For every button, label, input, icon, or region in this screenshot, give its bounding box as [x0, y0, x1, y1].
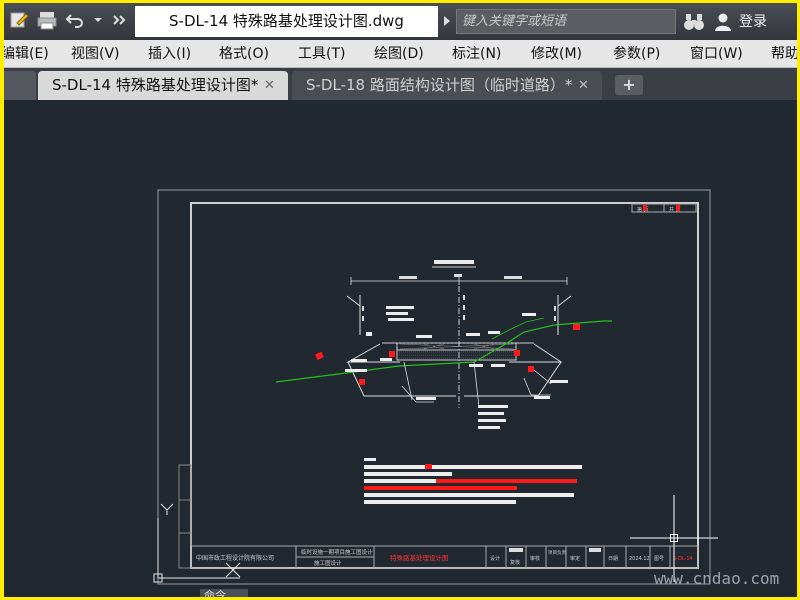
project-name: 临时设施一期项目施工图设计	[301, 548, 373, 556]
undo-icon[interactable]	[64, 10, 86, 34]
project-subtitle: 施工图设计	[314, 559, 342, 567]
menu-format[interactable]: 格式(O)	[219, 40, 269, 68]
document-title-box: S-DL-14 特殊路基处理设计图.dwg	[135, 6, 438, 37]
binding-strip	[178, 464, 192, 569]
new-tab-button[interactable]: +	[615, 75, 643, 95]
left-stake	[346, 295, 361, 335]
menu-draw[interactable]: 绘图(D)	[374, 40, 424, 68]
close-icon[interactable]: ✕	[264, 71, 275, 100]
drawing-canvas[interactable]: 第 页 共 页 中国市政工程设计院有限公司 临时设施一期项目施工图设计 施工图设…	[4, 100, 797, 597]
menu-dimension[interactable]: 标注(N)	[452, 40, 501, 68]
dropdown-icon[interactable]	[92, 10, 104, 34]
number-value: S-DL-14	[673, 556, 693, 562]
drawing-svg[interactable]: 第 页 共 页 中国市政工程设计院有限公司 临时设施一期项目施工图设计 施工图设…	[4, 100, 797, 597]
command-line-tab[interactable]: 命令	[200, 589, 248, 597]
close-icon[interactable]: ✕	[578, 71, 589, 100]
right-stake	[557, 295, 572, 335]
plotter-icon[interactable]	[36, 10, 58, 34]
more-icon[interactable]	[110, 10, 128, 34]
title-block: 中国市政工程设计院有限公司 临时设施一期项目施工图设计 施工图设计 特殊路基处理…	[190, 545, 699, 569]
tab-start[interactable]	[4, 71, 36, 100]
check-label: 复核	[510, 559, 520, 566]
notes-block	[364, 458, 582, 504]
tab-s-dl-18[interactable]: S-DL-18 路面结构设计图（临时道路）* ✕	[292, 71, 602, 100]
binoculars-icon[interactable]	[683, 12, 705, 32]
tab-label: S-DL-14 特殊路基处理设计图*	[52, 76, 259, 94]
menu-view[interactable]: 视图(V)	[71, 40, 120, 68]
login-button[interactable]: 登录	[739, 12, 767, 32]
drawing-frame	[190, 202, 699, 569]
date-value: 2024.12	[629, 556, 650, 562]
caret-right-icon[interactable]	[440, 11, 454, 31]
review-label: 审核	[530, 555, 540, 562]
date-label: 日期	[608, 556, 618, 562]
menu-window[interactable]: 窗口(W)	[690, 40, 743, 68]
menu-tools[interactable]: 工具(T)	[298, 40, 345, 68]
menu-parameter[interactable]: 参数(P)	[613, 40, 660, 68]
document-title: S-DL-14 特殊路基处理设计图.dwg	[169, 12, 404, 30]
document-icon[interactable]	[8, 10, 30, 34]
menu-insert[interactable]: 插入(I)	[148, 40, 191, 68]
number-label: 图号	[654, 556, 664, 562]
width-dimension	[350, 277, 568, 285]
tab-s-dl-14[interactable]: S-DL-14 特殊路基处理设计图* ✕	[38, 71, 288, 100]
company-name: 中国市政工程设计院有限公司	[196, 554, 274, 562]
search-input[interactable]	[457, 10, 675, 33]
menu-bar: 编辑(E) 视图(V) 插入(I) 格式(O) 工具(T) 绘图(D) 标注(N…	[4, 40, 797, 68]
chief-label: 项目负责	[548, 549, 566, 556]
drawing-title: 特殊路基处理设计图	[390, 553, 449, 562]
design-label: 设计	[490, 555, 500, 562]
original-ground-line	[275, 320, 612, 383]
watermark: www.cndao.com	[654, 569, 780, 588]
section-title-mark	[434, 260, 474, 264]
menu-edit[interactable]: 编辑(E)	[4, 40, 49, 68]
menu-modify[interactable]: 修改(M)	[531, 40, 582, 68]
approve-label: 审定	[570, 555, 580, 562]
sheet-number-box: 第 页 共 页	[631, 203, 697, 213]
user-icon[interactable]	[714, 12, 732, 32]
cad-application-window: S-DL-14 特殊路基处理设计图.dwg 登录 编辑(E) 视图(V) 插入(…	[4, 3, 797, 597]
ucs-y-label: Y	[180, 508, 181, 510]
ucs-icon	[153, 503, 241, 583]
document-tab-bar: S-DL-14 特殊路基处理设计图* ✕ S-DL-18 路面结构设计图（临时道…	[4, 68, 797, 100]
menu-help[interactable]: 帮助	[771, 40, 797, 68]
tab-label: S-DL-18 路面结构设计图（临时道路）*	[306, 76, 573, 94]
title-bar: S-DL-14 特殊路基处理设计图.dwg 登录	[4, 3, 797, 40]
sheet-border	[157, 189, 711, 585]
search-box	[456, 9, 676, 34]
